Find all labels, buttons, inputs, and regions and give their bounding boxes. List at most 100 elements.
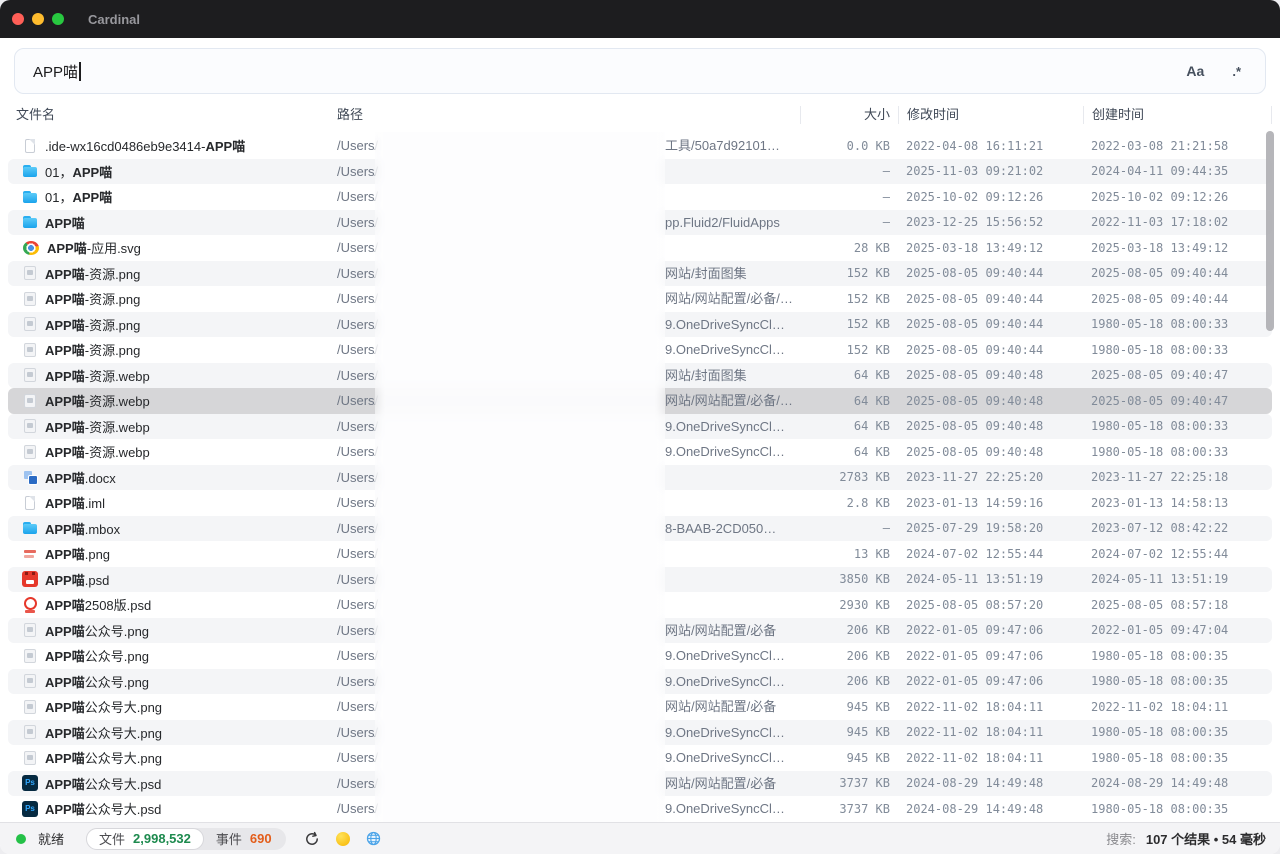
image-file-icon [22, 724, 38, 740]
file-name: APP喵-资源.webp [45, 391, 150, 410]
column-header-name[interactable]: 文件名 [16, 106, 337, 124]
search-area: APP喵 Aa .* [0, 38, 1280, 94]
file-size: — [800, 190, 898, 204]
file-modified-time: 2024-08-29 14:49:48 [898, 776, 1083, 790]
file-name: APP喵.docx [45, 468, 116, 487]
red-logo-icon [22, 546, 38, 562]
ready-status-icon [16, 834, 26, 844]
column-header-size[interactable]: 大小 [800, 106, 898, 124]
file-size: 2930 KB [800, 598, 898, 612]
file-size: 2.8 KB [800, 496, 898, 510]
file-name-cell: .ide-wx16cd0486eb9e3414-APP喵 [16, 136, 337, 155]
file-name: APP喵-应用.svg [47, 238, 141, 257]
file-modified-time: 2025-08-05 08:57:20 [898, 598, 1083, 612]
file-created-time: 2022-03-08 21:21:58 [1083, 139, 1272, 153]
case-sensitive-toggle[interactable]: Aa [1186, 63, 1204, 79]
file-name-cell: APP喵公众号大.psd [16, 799, 337, 818]
file-modified-time: 2025-08-05 09:40:44 [898, 292, 1083, 306]
file-name: APP喵公众号大.png [45, 748, 162, 767]
indexing-status-icon [336, 832, 350, 846]
files-counter: 文件 2,998,532 [86, 828, 204, 850]
file-modified-time: 2022-01-05 09:47:06 [898, 674, 1083, 688]
file-name-cell: APP喵公众号大.png [16, 697, 337, 716]
file-name: .ide-wx16cd0486eb9e3414-APP喵 [45, 136, 245, 155]
file-name-cell: APP喵.docx [16, 468, 337, 487]
folder-icon [22, 520, 38, 536]
file-modified-time: 2022-01-05 09:47:06 [898, 623, 1083, 637]
chrome-icon [23, 241, 39, 255]
file-name-cell: APP喵公众号大.png [16, 748, 337, 767]
column-header-path[interactable]: 路径 [337, 106, 800, 124]
file-name-cell: APP喵-资源.png [16, 264, 337, 283]
zoom-button[interactable] [52, 13, 64, 25]
file-modified-time: 2022-11-02 18:04:11 [898, 725, 1083, 739]
file-modified-time: 2024-05-11 13:51:19 [898, 572, 1083, 586]
file-size: 3850 KB [800, 572, 898, 586]
photoshop-icon [22, 801, 38, 817]
scrollbar-thumb[interactable] [1266, 131, 1274, 331]
file-size: 28 KB [800, 241, 898, 255]
file-created-time: 2024-04-11 09:44:35 [1083, 164, 1272, 178]
file-created-time: 2024-08-29 14:49:48 [1083, 776, 1272, 790]
file-modified-time: 2024-07-02 12:55:44 [898, 547, 1083, 561]
file-name: 01，APP喵 [45, 162, 112, 181]
counters-pill: 文件 2,998,532 事件 690 [86, 828, 286, 850]
refresh-icon [304, 831, 320, 847]
file-created-time: 1980-05-18 08:00:33 [1083, 419, 1272, 433]
minimize-button[interactable] [32, 13, 44, 25]
file-created-time: 2025-10-02 09:12:26 [1083, 190, 1272, 204]
file-name-cell: APP喵-资源.webp [16, 391, 337, 410]
file-size: 64 KB [800, 419, 898, 433]
file-created-time: 2025-08-05 09:40:44 [1083, 266, 1272, 280]
refresh-button[interactable] [304, 831, 320, 847]
file-name-cell: APP喵.iml [16, 493, 337, 512]
files-count: 2,998,532 [133, 831, 191, 846]
file-name: APP喵公众号.png [45, 672, 149, 691]
folder-icon [22, 163, 38, 179]
file-name-cell: APP喵2508版.psd [16, 595, 337, 614]
file-name: APP喵-资源.png [45, 340, 140, 359]
file-created-time: 2025-08-05 09:40:47 [1083, 368, 1272, 382]
file-name-cell: APP喵-应用.svg [16, 238, 337, 257]
file-size: 64 KB [800, 368, 898, 382]
file-created-time: 2025-08-05 09:40:47 [1083, 394, 1272, 408]
file-size: 945 KB [800, 700, 898, 714]
file-size: 152 KB [800, 266, 898, 280]
file-size: 206 KB [800, 623, 898, 637]
network-status-icon [366, 831, 381, 846]
file-modified-time: 2024-08-29 14:49:48 [898, 802, 1083, 816]
regex-toggle[interactable]: .* [1232, 64, 1241, 79]
file-modified-time: 2025-11-03 09:21:02 [898, 164, 1083, 178]
file-name: APP喵-资源.webp [45, 417, 150, 436]
text-caret [79, 62, 81, 81]
file-name-cell: APP喵.mbox [16, 519, 337, 538]
close-button[interactable] [12, 13, 24, 25]
file-name-cell: 01，APP喵 [16, 187, 337, 206]
search-input[interactable]: APP喵 Aa .* [14, 48, 1266, 94]
window-title: Cardinal [88, 12, 140, 27]
column-header-created[interactable]: 创建时间 [1083, 106, 1272, 124]
file-created-time: 2022-11-02 18:04:11 [1083, 700, 1272, 714]
files-label: 文件 [99, 829, 125, 848]
file-size: 64 KB [800, 445, 898, 459]
file-modified-time: 2022-01-05 09:47:06 [898, 649, 1083, 663]
column-header-modified[interactable]: 修改时间 [898, 106, 1083, 124]
file-size: 13 KB [800, 547, 898, 561]
file-name-cell: APP喵公众号.png [16, 621, 337, 640]
search-query-text: APP喵 [33, 61, 78, 82]
file-created-time: 2022-11-03 17:18:02 [1083, 215, 1272, 229]
file-name-cell: APP喵公众号大.png [16, 723, 337, 742]
file-icon [22, 495, 38, 511]
file-created-time: 2025-08-05 09:40:44 [1083, 292, 1272, 306]
folder-icon [22, 214, 38, 230]
file-name-cell: APP喵-资源.webp [16, 366, 337, 385]
red-ring-icon [22, 597, 38, 613]
file-name-cell: APP喵-资源.png [16, 340, 337, 359]
file-name: APP喵.mbox [45, 519, 120, 538]
file-created-time: 1980-05-18 08:00:35 [1083, 802, 1272, 816]
file-name: APP喵-资源.png [45, 289, 140, 308]
file-name-cell: APP喵.psd [16, 570, 337, 589]
file-size: — [800, 521, 898, 535]
file-name-cell: APP喵-资源.webp [16, 417, 337, 436]
red-cat-icon [22, 571, 38, 587]
